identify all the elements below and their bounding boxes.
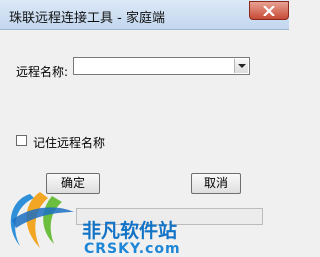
chevron-down-icon	[238, 64, 246, 68]
close-button[interactable]	[249, 1, 289, 20]
dialog-body: 远程名称: 记住远程名称 确定 取消 非凡软件站 CRSKY.com	[0, 30, 289, 257]
remote-name-label: 远程名称:	[16, 65, 69, 79]
dropdown-arrow-button[interactable]	[234, 59, 248, 73]
close-icon	[263, 6, 275, 16]
title-bar: 珠联远程连接工具 - 家庭端	[0, 0, 289, 30]
site-watermark: 非凡软件站 CRSKY.com	[0, 186, 289, 257]
watermark-line1: 非凡软件站	[82, 220, 178, 242]
watermark-line2: CRSKY.com	[84, 241, 181, 257]
remember-name-label[interactable]: 记住远程名称	[33, 134, 105, 151]
remember-name-checkbox[interactable]	[16, 135, 27, 146]
watermark-logo-icon	[10, 192, 74, 248]
window-title: 珠联远程连接工具 - 家庭端	[9, 11, 165, 26]
remote-name-combobox[interactable]	[73, 57, 250, 75]
